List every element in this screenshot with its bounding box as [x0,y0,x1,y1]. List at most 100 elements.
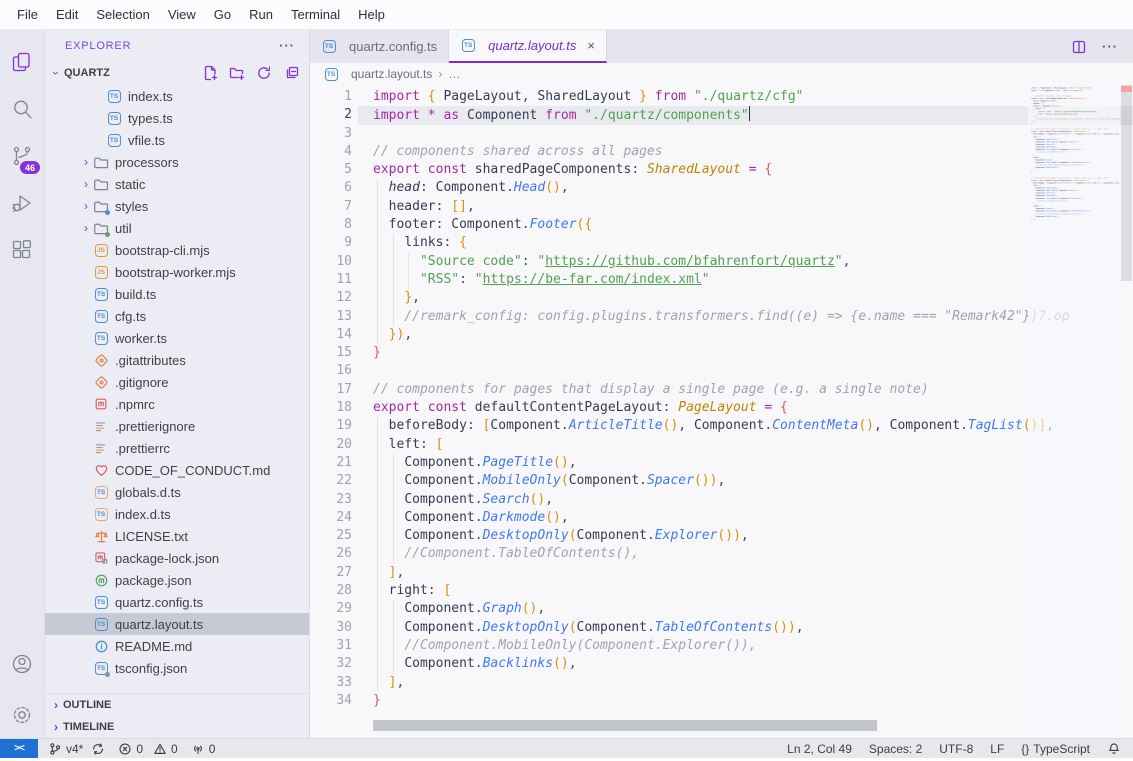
tree-item[interactable]: TSindex.d.ts [45,503,309,525]
tree-item[interactable]: TStypes.ts [45,107,309,129]
sidebar-title: EXPLORER [65,40,131,52]
code-line: head: Component.Head(), [373,179,1133,197]
language-mode[interactable]: {} TypeScript [1021,742,1090,756]
menu-run[interactable]: Run [240,7,282,22]
indentation[interactable]: Spaces: 2 [869,742,922,756]
tree-item[interactable]: .gitignore [45,371,309,393]
tree-item[interactable]: ›util [45,217,309,239]
menu-selection[interactable]: Selection [87,7,158,22]
status-bar: >< v4* 0 0 0 Ln 2, Col 49 Spaces: 2 UTF-… [0,738,1133,758]
tree-item-label: types.ts [128,111,173,126]
menu-view[interactable]: View [159,7,205,22]
split-editor-icon[interactable] [1071,39,1087,55]
tree-item[interactable]: .npmrc [45,393,309,415]
code-line: Component.Search(), [373,491,1133,509]
tree-item[interactable]: TSvfile.ts [45,129,309,151]
tree-item[interactable]: TSglobals.d.ts [45,481,309,503]
sidebar-more-actions[interactable]: ··· [279,38,295,53]
run-debug-icon[interactable] [0,179,45,226]
ports-status[interactable]: 0 [191,742,216,756]
tree-item[interactable]: CODE_OF_CONDUCT.md [45,459,309,481]
sync-icon[interactable] [91,742,105,756]
account-icon[interactable] [0,640,45,687]
tree-item[interactable]: TSbuild.ts [45,283,309,305]
breadcrumb-file[interactable]: quartz.layout.ts [351,67,432,81]
error-icon [118,742,132,756]
breadcrumb-more[interactable]: … [448,67,460,81]
folder-util-file-icon [93,220,109,236]
tree-item[interactable]: .prettierrc [45,437,309,459]
code-line: Component.Darkmode(), [373,509,1133,527]
encoding[interactable]: UTF-8 [939,742,973,756]
search-icon[interactable] [0,85,45,132]
section-outline[interactable]: ›OUTLINE [45,694,309,716]
tree-item-label: static [115,177,145,192]
menu-bar: FileEditSelectionViewGoRunTerminalHelp [0,0,1133,30]
ts-file-icon: TS [460,38,476,54]
refresh-icon[interactable] [256,65,272,81]
tree-item[interactable]: JSbootstrap-worker.mjs [45,261,309,283]
tree-item[interactable]: TStsconfig.json [45,657,309,679]
remote-indicator[interactable]: >< [0,739,38,758]
code-line: right: [ [373,582,1133,600]
cursor-position[interactable]: Ln 2, Col 49 [787,742,852,756]
tree-item[interactable]: TSindex.ts [45,85,309,107]
notifications-bell-icon[interactable] [1107,742,1121,756]
tree-item[interactable]: ›processors [45,151,309,173]
editor-actions: ··· [1071,30,1133,63]
tree-item[interactable]: TSquartz.layout.ts [45,613,309,635]
menu-edit[interactable]: Edit [47,7,87,22]
breadcrumb[interactable]: TS quartz.layout.ts › … [310,63,1133,85]
tree-item[interactable]: TScfg.ts [45,305,309,327]
tree-item[interactable]: .gitattributes [45,349,309,371]
tree-item[interactable]: LICENSE.txt [45,525,309,547]
code-editor[interactable]: 1234567891011121314151617181920212223242… [310,85,1133,738]
code-line: ], [373,674,1133,692]
menu-file[interactable]: File [8,7,47,22]
tree-item[interactable]: ›static [45,173,309,195]
tree-item[interactable]: package-lock.json [45,547,309,569]
git-branch-status[interactable]: v4* [48,742,105,756]
tab-quartz.layout.ts[interactable]: TSquartz.layout.ts× [449,30,607,63]
source-control-icon[interactable]: 46 [0,132,45,179]
more-actions-icon[interactable]: ··· [1102,39,1118,54]
tree-item[interactable]: README.md [45,635,309,657]
eol-sequence[interactable]: LF [990,742,1004,756]
line-number-gutter[interactable]: 1234567891011121314151617181920212223242… [310,88,360,710]
tree-item[interactable]: TSquartz.config.ts [45,591,309,613]
explorer-icon[interactable] [0,38,45,85]
collapse-all-icon[interactable] [283,65,299,81]
tree-item[interactable]: package.json [45,569,309,591]
code-line: Component.MobileOnly(Component.Spacer())… [373,472,1133,490]
scrollbar-slider[interactable] [1121,85,1132,281]
problems-status[interactable]: 0 0 [118,742,177,756]
code-line: footer: Component.Footer({ [373,216,1133,234]
project-section-header[interactable]: › QUARTZ [45,61,309,85]
ts-file-icon: TS [93,616,109,632]
tree-item[interactable]: ›styles [45,195,309,217]
new-file-icon[interactable] [202,65,218,81]
dts-file-icon: TS [93,484,109,500]
code-line: links: { [373,234,1133,252]
menu-terminal[interactable]: Terminal [282,7,349,22]
horizontal-scrollbar[interactable] [373,720,1028,731]
close-icon[interactable]: × [587,38,595,53]
tree-item[interactable]: TSworker.ts [45,327,309,349]
horizontal-scrollbar-slider[interactable] [373,720,877,731]
code-content[interactable]: import { PageLayout, SharedLayout } from… [373,88,1133,710]
tree-item[interactable]: .prettierignore [45,415,309,437]
extensions-icon[interactable] [0,226,45,273]
settings-gear-icon[interactable] [0,691,45,738]
tab-quartz.config.ts[interactable]: TSquartz.config.ts [310,30,449,63]
menu-help[interactable]: Help [349,7,394,22]
js-file-icon: JS [93,242,109,258]
section-timeline[interactable]: ›TIMELINE [45,716,309,738]
tree-item-label: worker.ts [115,331,167,346]
new-folder-icon[interactable] [229,65,245,81]
vertical-scrollbar[interactable] [1120,85,1133,738]
tree-item[interactable]: JSbootstrap-cli.mjs [45,239,309,261]
minimap[interactable]: import { PageLayout, SharedLayout } from… [1028,85,1120,738]
ts-file-icon: TS [93,286,109,302]
menu-go[interactable]: Go [205,7,240,22]
npm-lock-file-icon [93,550,109,566]
